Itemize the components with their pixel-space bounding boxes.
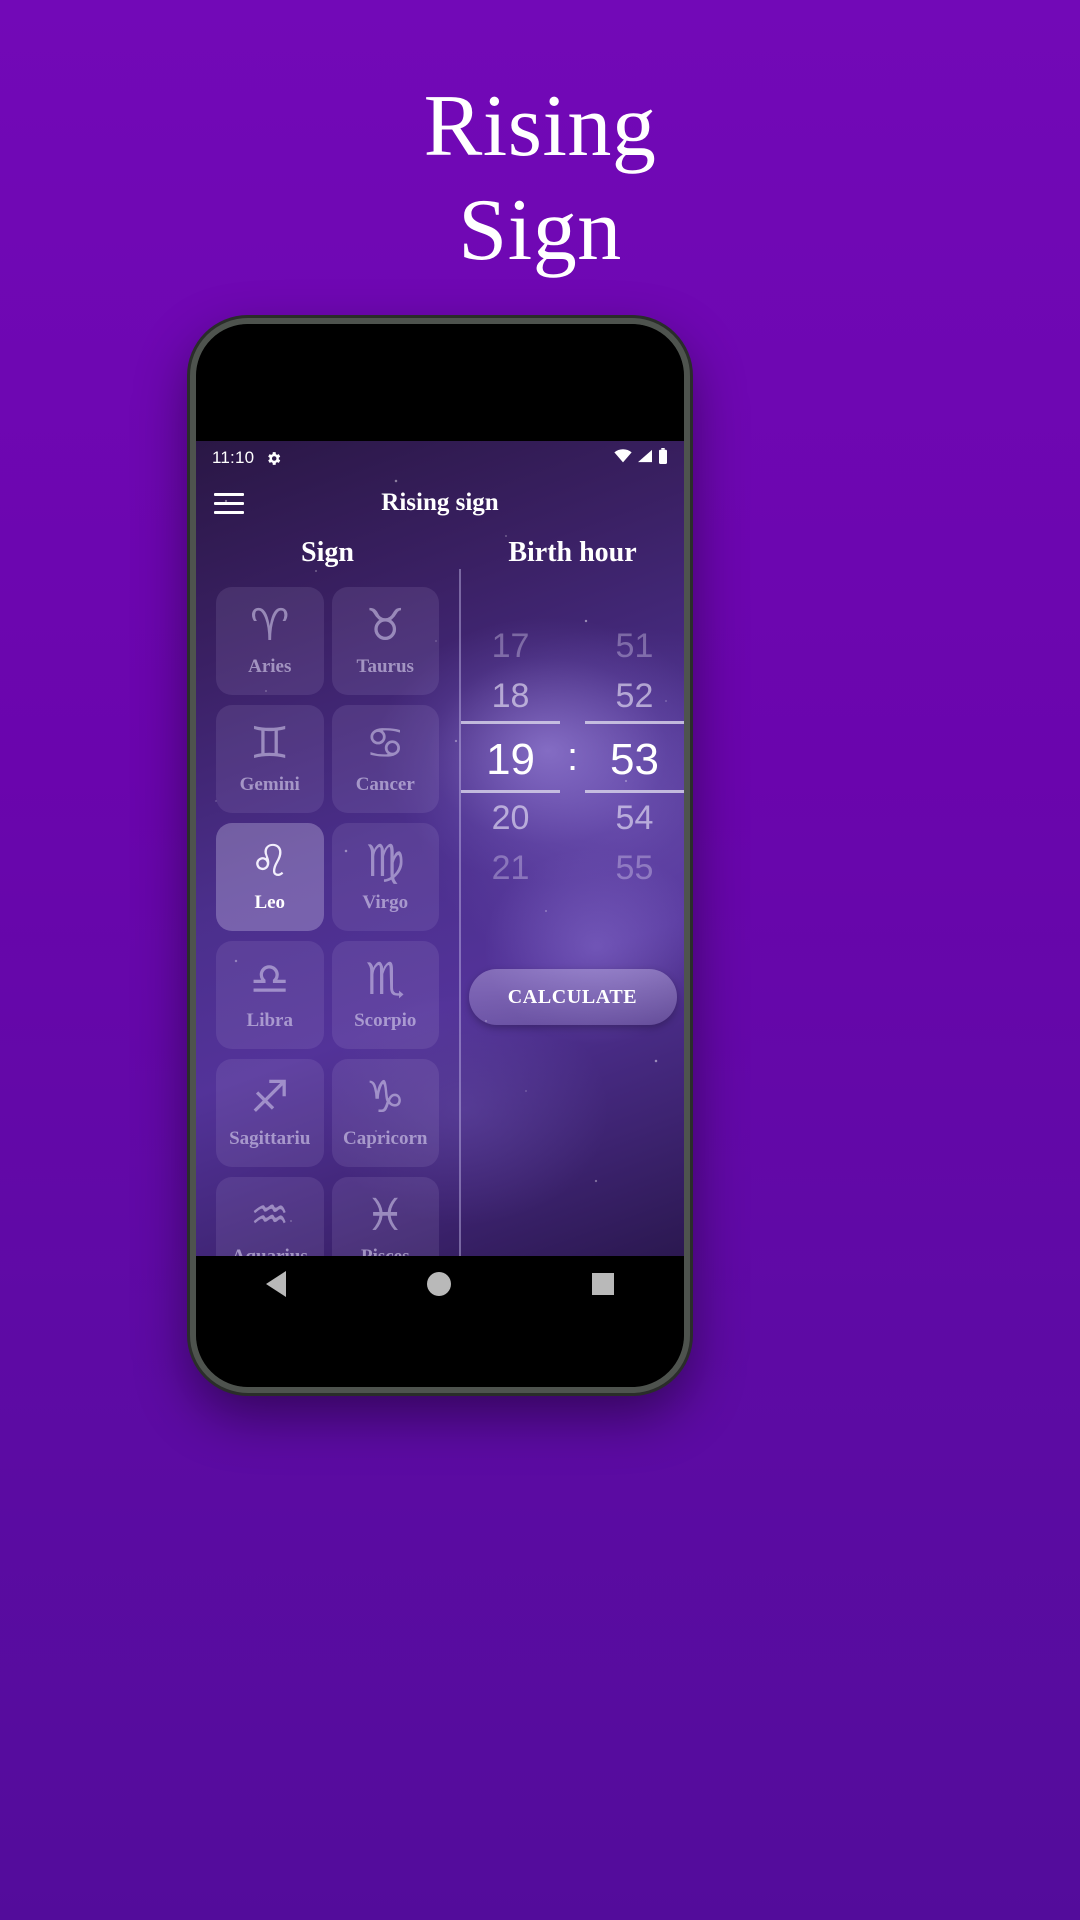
gear-icon [265,450,282,467]
sign-tile-scorpio[interactable]: ♏ Scorpio [331,941,439,1049]
minute-option[interactable]: 55 [585,843,684,893]
aquarius-glyph-icon: ♒ [250,1190,290,1241]
phone-device-frame: 11:10 Rising sign Sign ♈ Aries ♉ Taurus … [190,318,690,1393]
hour-wheel[interactable]: 17 18 19 20 21 [461,621,561,893]
sign-tile-taurus[interactable]: ♉ Taurus [331,587,439,695]
gemini-glyph-icon: ♊ [250,718,290,769]
battery-icon [658,447,668,469]
content-columns: Sign ♈ Aries ♉ Taurus ♊ Gemini ♋ Cancer … [196,531,684,1256]
time-separator: : [566,735,579,779]
back-triangle-icon[interactable] [266,1271,287,1297]
minute-wheel[interactable]: 51 52 53 54 55 [584,621,684,893]
sign-tile-libra[interactable]: ♎ Libra [216,941,324,1049]
signal-icon [637,448,653,468]
hour-option[interactable]: 18 [461,671,560,721]
sign-tile-aquarius[interactable]: ♒ Aquarius [216,1177,324,1256]
zodiac-sign-grid: ♈ Aries ♉ Taurus ♊ Gemini ♋ Cancer ♌ Leo… [196,569,459,1256]
sign-tile-label: Capricorn [343,1128,428,1149]
aries-glyph-icon: ♈ [250,600,290,651]
minute-selected-value[interactable]: 53 [584,721,684,793]
wifi-icon [614,448,632,468]
sign-tile-label: Cancer [355,774,415,795]
taurus-glyph-icon: ♉ [365,600,405,651]
sign-tile-capricorn[interactable]: ♑ Capricorn [331,1059,439,1167]
sign-tile-label: Gemini [239,774,300,795]
sign-tile-cancer[interactable]: ♋ Cancer [331,705,439,813]
pisces-glyph-icon: ♓ [365,1190,405,1241]
sign-column-header: Sign [301,537,354,568]
app-bar-title: Rising sign [381,489,499,516]
sign-tile-label: Aquarius [232,1246,308,1256]
sign-tile-label: Pisces [361,1246,410,1256]
hamburger-bar [214,501,244,505]
page-title-line-1: Rising [423,78,657,175]
sign-tile-sagittarius[interactable]: ♐ Sagittariu [216,1059,324,1167]
sign-tile-label: Aries [248,656,292,677]
scorpio-glyph-icon: ♏ [365,954,405,1005]
sign-tile-virgo[interactable]: ♍ Virgo [331,823,439,931]
volume-up-button[interactable] [684,714,690,762]
hour-option[interactable]: 20 [461,793,560,843]
app-screen: 11:10 Rising sign Sign ♈ Aries ♉ Taurus … [196,441,684,1256]
status-bar-icons [614,447,668,469]
power-button[interactable] [684,579,690,639]
calculate-button-container: CALCULATE [461,969,684,1025]
minute-option[interactable]: 52 [585,671,684,721]
recents-square-icon[interactable] [591,1273,614,1295]
sign-tile-label: Leo [254,892,286,913]
phone-screen-area: 11:10 Rising sign Sign ♈ Aries ♉ Taurus … [196,324,684,1387]
cancer-glyph-icon: ♋ [365,718,405,769]
time-picker[interactable]: 17 18 19 20 21 : 51 52 53 54 55 [461,621,684,893]
status-bar: 11:10 [196,441,684,475]
minute-option[interactable]: 54 [585,793,684,843]
libra-glyph-icon: ♎ [250,954,290,1005]
page-title-line-2: Sign [458,181,622,279]
hour-option[interactable]: 17 [461,621,560,671]
leo-glyph-icon: ♌ [250,836,290,887]
volume-down-button[interactable] [684,779,690,869]
hamburger-menu-icon[interactable] [214,492,244,514]
sign-tile-label: Libra [246,1010,293,1031]
sign-tile-leo[interactable]: ♌ Leo [216,823,324,931]
page-title: Rising Sign [0,75,1080,283]
birth-hour-column-header: Birth hour [508,537,637,568]
birth-hour-column: Birth hour 17 18 19 20 21 : 51 52 53 54 … [459,537,684,1256]
sign-tile-label: Sagittariu [229,1128,311,1149]
home-circle-icon[interactable] [426,1272,451,1296]
sign-tile-label: Scorpio [354,1010,417,1031]
sign-tile-gemini[interactable]: ♊ Gemini [216,705,324,813]
android-navigation-bar [196,1256,684,1312]
hamburger-bar [214,510,244,514]
sign-tile-pisces[interactable]: ♓ Pisces [331,1177,439,1256]
virgo-glyph-icon: ♍ [365,836,405,887]
capricorn-glyph-icon: ♑ [365,1072,405,1123]
hour-selected-value[interactable]: 19 [461,721,561,793]
hamburger-bar [214,492,244,496]
status-bar-clock: 11:10 [212,448,255,467]
app-bar: Rising sign [196,475,684,531]
sign-tile-label: Taurus [356,656,414,677]
sign-tile-aries[interactable]: ♈ Aries [216,587,324,695]
minute-option[interactable]: 51 [585,621,684,671]
hour-option[interactable]: 21 [461,843,560,893]
sign-column: Sign ♈ Aries ♉ Taurus ♊ Gemini ♋ Cancer … [196,531,459,1256]
calculate-button[interactable]: CALCULATE [468,969,677,1025]
sagittarius-glyph-icon: ♐ [250,1072,290,1123]
sign-tile-label: Virgo [362,892,409,913]
